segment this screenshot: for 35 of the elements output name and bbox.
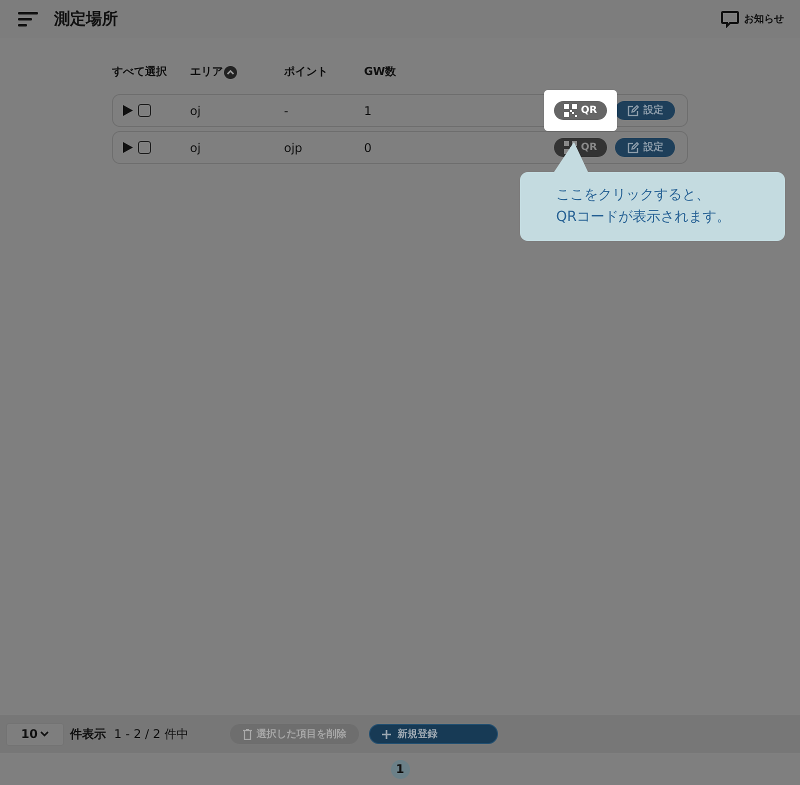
plus-icon <box>382 730 392 738</box>
table-cell: 0 <box>364 140 372 154</box>
table-cell: 1 <box>364 104 372 118</box>
table-cell: oj <box>190 104 201 118</box>
new-register-button[interactable]: 新規登録 <box>369 724 498 744</box>
trash-icon <box>243 728 252 740</box>
qr-code-icon <box>564 104 577 117</box>
page-button[interactable]: 1 <box>390 760 410 778</box>
caret-icon <box>40 731 49 737</box>
checkbox[interactable] <box>138 141 151 154</box>
column-header[interactable]: エリア <box>190 64 223 80</box>
table-cell: ojp <box>284 140 302 154</box>
table-cell: oj <box>190 140 201 154</box>
result-count: 1 - 2 / 2 件中 <box>114 726 188 743</box>
settings-button[interactable]: 設定 <box>615 138 675 157</box>
edit-icon <box>626 104 638 116</box>
table-row[interactable]: oj ojp 0 QR 設定 <box>112 131 688 164</box>
expand-icon[interactable] <box>123 142 133 153</box>
edit-icon <box>626 142 638 154</box>
page-size-select[interactable]: 10 <box>6 722 64 746</box>
column-header[interactable]: GW数 <box>364 64 396 80</box>
qr-button[interactable]: QR <box>554 101 607 120</box>
column-header[interactable]: すべて選択 <box>112 64 167 80</box>
qr-code-icon <box>564 141 577 154</box>
checkbox[interactable] <box>138 104 151 117</box>
tooltip-text: ここをクリックすると、 QRコードが表示されます。 <box>556 186 732 227</box>
speech-bubble-icon <box>720 10 740 28</box>
notice-button[interactable]: お知らせ <box>720 10 784 28</box>
expand-icon[interactable] <box>123 105 133 116</box>
column-header[interactable]: ポイント <box>284 64 328 80</box>
page-title: 測定場所 <box>54 8 118 30</box>
sort-up-icon[interactable] <box>224 66 237 78</box>
page-size-label: 件表示 <box>70 726 106 743</box>
table-cell: - <box>284 104 288 118</box>
settings-button[interactable]: 設定 <box>615 101 675 120</box>
